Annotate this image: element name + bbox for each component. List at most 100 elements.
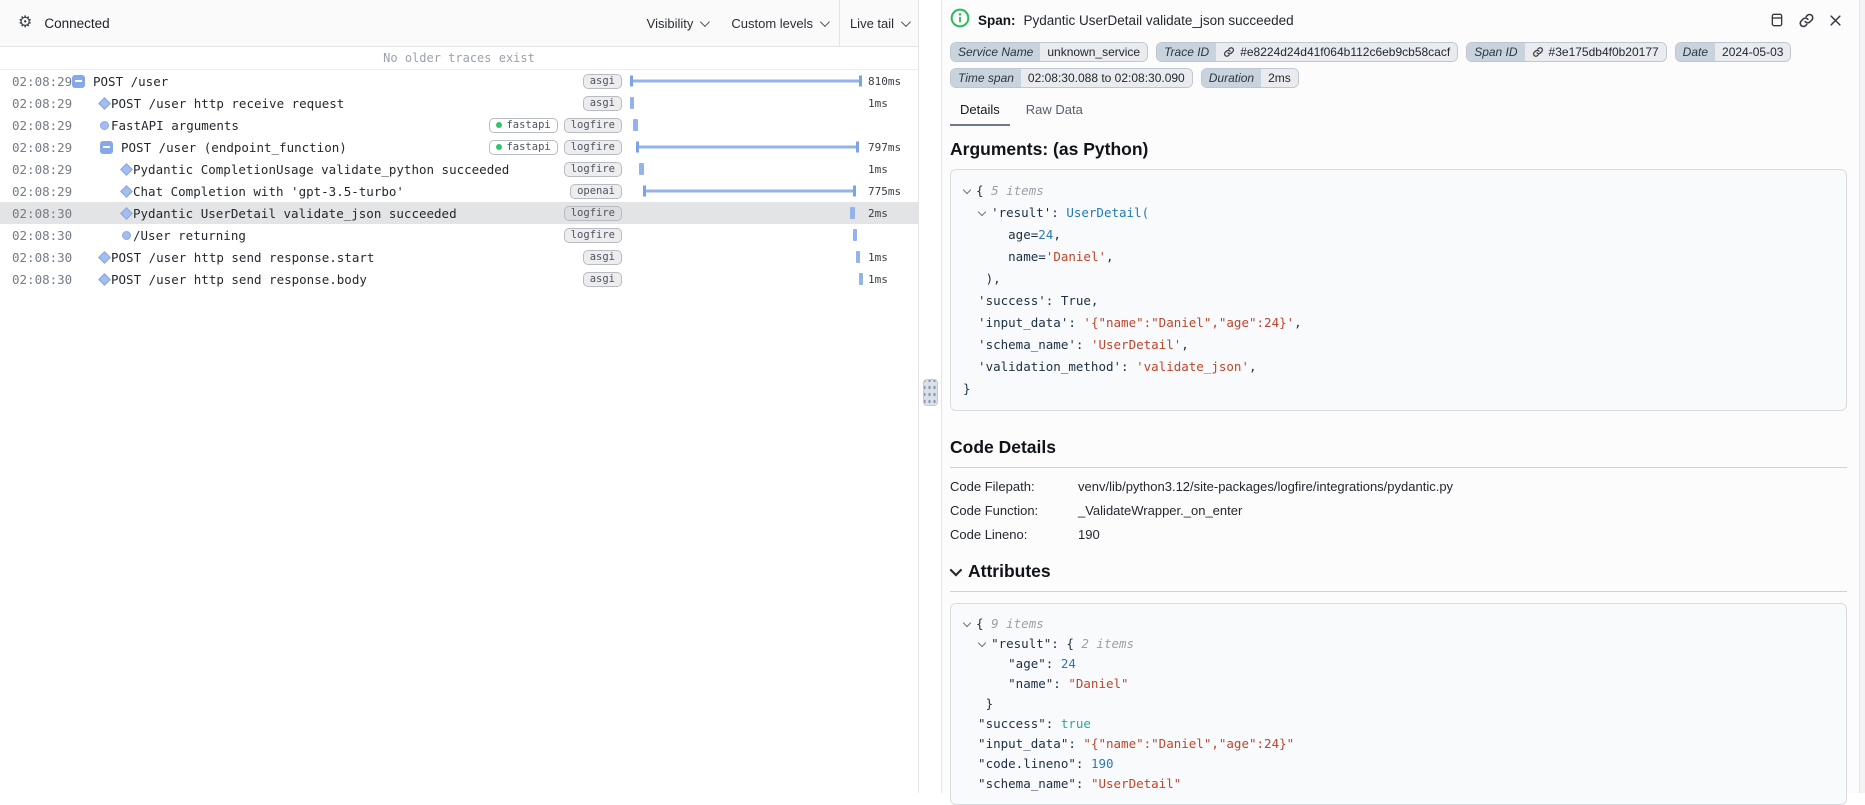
span-name: POST /user (endpoint_function) <box>121 140 347 155</box>
code-token: 'Daniel' <box>1046 249 1106 264</box>
code-line: "code.lineno": 190 <box>963 754 1834 774</box>
custom-levels-dropdown[interactable]: Custom levels <box>719 0 839 46</box>
collapse-toggle-icon[interactable] <box>978 639 986 647</box>
trace-row[interactable]: 02:08:29 POST /user (endpoint_function) … <box>0 136 918 158</box>
tag-list: logfire <box>564 206 630 221</box>
timestamp: 02:08:29 <box>12 162 72 177</box>
code-token: , <box>1106 249 1114 264</box>
duration-bar <box>630 80 862 83</box>
duration-bar-track <box>630 158 862 180</box>
chevron-down-icon <box>700 17 710 27</box>
tab-raw-data[interactable]: Raw Data <box>1016 97 1093 126</box>
attributes-code-block: { 9 items "result": { 2 items "age": 24 … <box>950 603 1847 805</box>
code-token: 'validation_method': <box>963 359 1136 374</box>
span-name: Pydantic UserDetail validate_json succee… <box>133 206 457 221</box>
code-line: "success": true <box>963 714 1834 734</box>
code-line: 'input_data': '{"name":"Daniel","age":24… <box>963 312 1834 334</box>
code-token: 9 items <box>991 616 1044 631</box>
code-token: 5 items <box>991 183 1044 198</box>
tab-details[interactable]: Details <box>950 97 1010 126</box>
duration-bar-track <box>630 202 862 224</box>
trace-row[interactable]: 02:08:29 POST /user http receive request… <box>0 92 918 114</box>
timestamp: 02:08:29 <box>12 118 72 133</box>
live-tail-dropdown[interactable]: Live tail <box>846 16 912 31</box>
attributes-section-toggle[interactable]: Attributes <box>950 561 1847 582</box>
duration-label: 797ms <box>862 141 908 154</box>
code-line: 'result': UserDetail( <box>963 202 1834 224</box>
code-token <box>963 636 978 651</box>
copy-link-icon[interactable] <box>1798 12 1815 29</box>
span-name: POST /user http send response.body <box>111 272 367 287</box>
tag-list: asgi <box>583 272 630 287</box>
collapse-toggle-icon[interactable] <box>72 75 85 88</box>
panel-splitter-handle[interactable] <box>923 379 938 406</box>
duration-bar <box>636 146 859 149</box>
trace-list-panel: ⚙ Connected Visibility Custom levels Liv… <box>0 0 919 793</box>
tag-list: logfire <box>564 228 630 243</box>
code-token: 190 <box>1091 756 1114 771</box>
tag-pill: fastapi <box>489 140 557 155</box>
collapse-toggle-icon[interactable] <box>100 141 113 154</box>
tag-pill: logfire <box>564 162 622 177</box>
tag-pill: asgi <box>583 272 622 287</box>
duration-bar-track <box>630 114 862 136</box>
trace-row[interactable]: 02:08:29 POST /user asgi 810ms <box>0 70 918 92</box>
settings-gear-icon[interactable]: ⚙ <box>18 15 32 31</box>
trace-rows: 02:08:29 POST /user asgi 810ms 02:08:29 … <box>0 70 918 290</box>
badge-value: 2024-05-03 <box>1715 43 1790 61</box>
duration-bar-track <box>630 136 862 158</box>
tag-list: asgi <box>583 250 630 265</box>
timestamp: 02:08:29 <box>12 96 72 111</box>
span-name: Chat Completion with 'gpt-3.5-turbo' <box>133 184 404 199</box>
duration-bar-track <box>630 92 862 114</box>
meta-badge[interactable]: Trace ID #e8224d24d41f064b112c6eb9cb58ca… <box>1156 42 1458 62</box>
code-token <box>963 205 978 220</box>
trace-row[interactable]: 02:08:30 POST /user http send response.s… <box>0 246 918 268</box>
duration-bar <box>856 251 860 263</box>
dock-panel-icon[interactable] <box>1769 12 1785 28</box>
code-detail-row: Code Function: _ValidateWrapper._on_ente… <box>950 503 1847 518</box>
code-token: UserDetail( <box>1066 205 1149 220</box>
code-line: ), <box>963 268 1834 290</box>
tag-pill: openai <box>570 184 622 199</box>
info-icon <box>950 8 970 33</box>
trace-row[interactable]: 02:08:30 Pydantic UserDetail validate_js… <box>0 202 918 224</box>
link-icon[interactable] <box>1223 46 1235 58</box>
duration-label: 1ms <box>862 97 908 110</box>
code-line: "age": 24 <box>963 654 1834 674</box>
trace-row[interactable]: 02:08:29 FastAPI arguments fastapilogfir… <box>0 114 918 136</box>
meta-badge: Service Name unknown_service <box>950 42 1148 62</box>
meta-badge[interactable]: Span ID #3e175db4f0b20177 <box>1466 42 1666 62</box>
tag-pill: asgi <box>583 74 622 89</box>
visibility-dropdown[interactable]: Visibility <box>635 0 720 46</box>
code-line: 'validation_method': 'validate_json', <box>963 356 1834 378</box>
code-token: "age": <box>963 656 1061 671</box>
code-line: 'schema_name': 'UserDetail', <box>963 334 1834 356</box>
duration-label: 810ms <box>862 75 908 88</box>
badge-label: Service Name <box>951 43 1040 61</box>
trace-row[interactable]: 02:08:30 POST /user http send response.b… <box>0 268 918 290</box>
divider <box>950 591 1847 592</box>
collapse-toggle-icon[interactable] <box>978 208 986 216</box>
code-line: "name": "Daniel" <box>963 674 1834 694</box>
tag-list: logfire <box>564 162 630 177</box>
attributes-heading: Attributes <box>968 561 1051 582</box>
diamond-span-icon <box>120 207 133 220</box>
duration-bar <box>630 97 634 109</box>
close-icon[interactable] <box>1828 13 1843 28</box>
tag-pill: asgi <box>583 96 622 111</box>
timestamp: 02:08:29 <box>12 184 72 199</box>
collapse-toggle-icon[interactable] <box>963 619 971 627</box>
tag-pill: asgi <box>583 250 622 265</box>
diamond-span-icon <box>98 273 111 286</box>
span-meta-badges: Service Name unknown_service Trace ID #e… <box>950 42 1847 88</box>
badge-value: 2ms <box>1261 69 1298 87</box>
trace-row[interactable]: 02:08:29 Pydantic CompletionUsage valida… <box>0 158 918 180</box>
trace-row[interactable]: 02:08:30 /User returning logfire <box>0 224 918 246</box>
link-icon[interactable] <box>1532 46 1544 58</box>
trace-row[interactable]: 02:08:29 Chat Completion with 'gpt-3.5-t… <box>0 180 918 202</box>
scrollbar-track[interactable] <box>1859 0 1865 793</box>
badge-label: Time span <box>951 69 1021 87</box>
collapse-toggle-icon[interactable] <box>963 186 971 194</box>
no-older-traces-banner: No older traces exist <box>0 47 918 70</box>
